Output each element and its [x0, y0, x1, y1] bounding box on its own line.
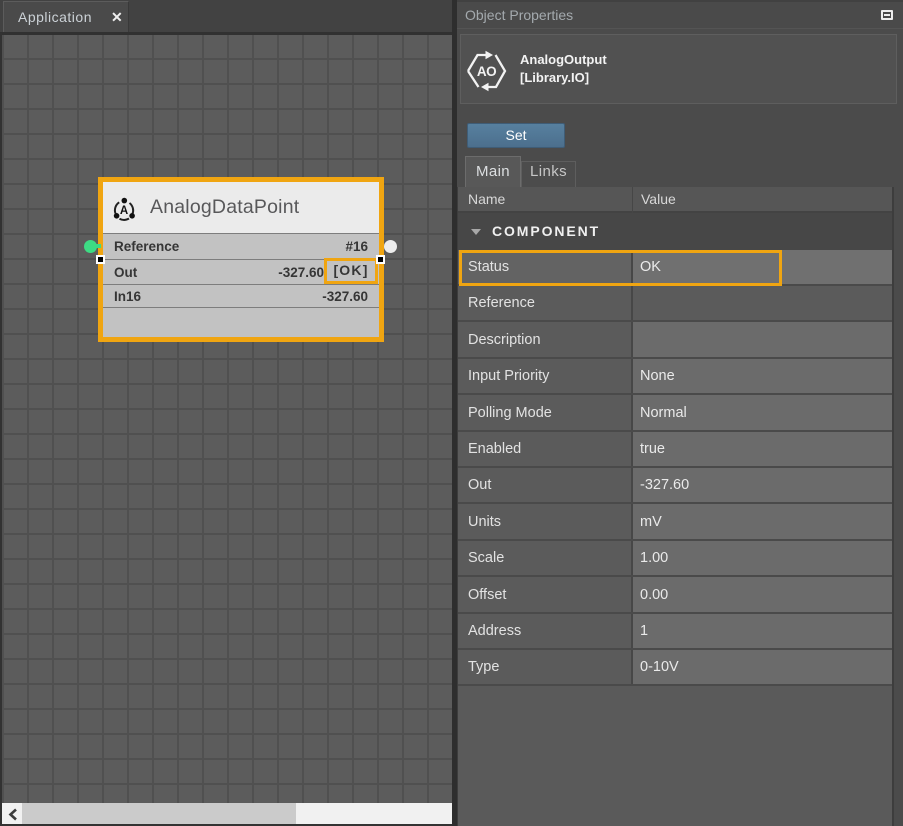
- svg-text:A: A: [120, 205, 128, 217]
- svg-text:AO: AO: [477, 64, 496, 79]
